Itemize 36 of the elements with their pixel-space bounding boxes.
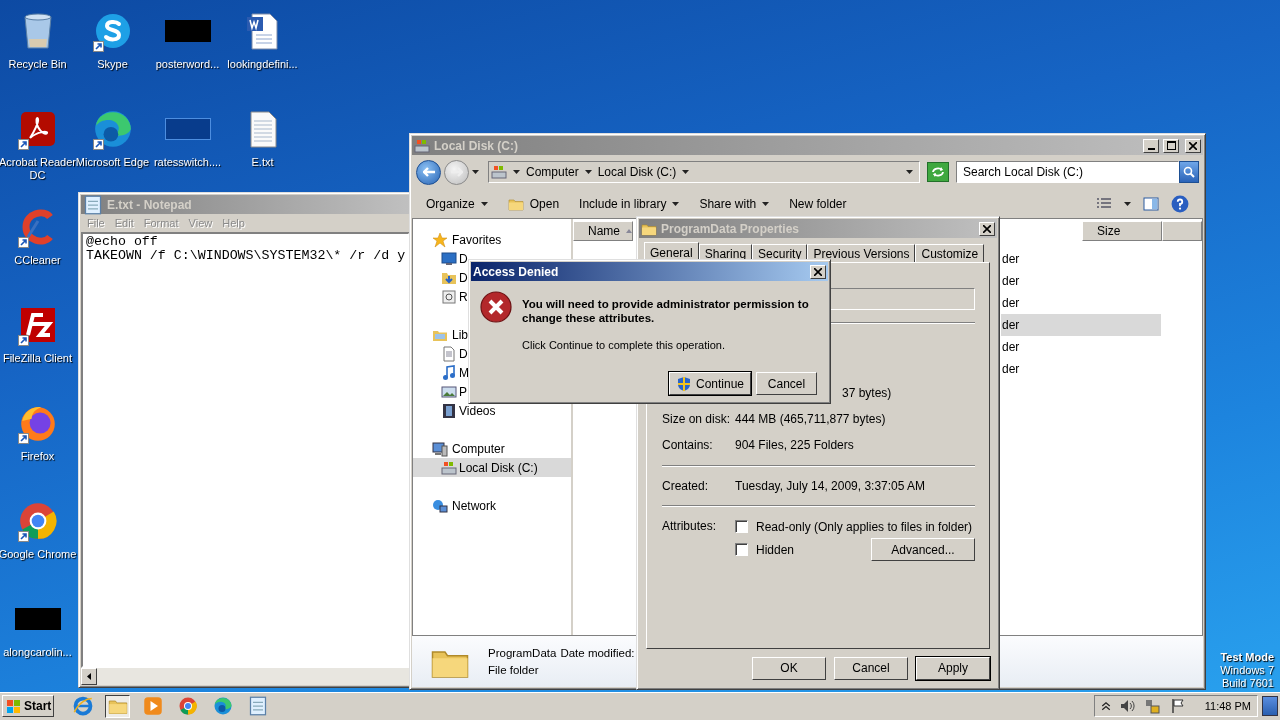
text-line: @echo off — [86, 235, 159, 249]
property-value: 904 Files, 225 Folders — [735, 438, 854, 452]
window-title: Access Denied — [473, 264, 560, 279]
property-value: Tuesday, July 14, 2009, 3:37:05 AM — [735, 479, 926, 493]
property-label: Created: — [662, 479, 710, 493]
window-title: ProgramData Properties — [661, 221, 801, 236]
instruction-text: Click Continue to complete this operation. — [522, 339, 726, 351]
icon-label: Skype — [96, 58, 129, 71]
checkbox-label: Hidden — [756, 542, 795, 557]
clock-time: 11:48 PM — [1204, 700, 1251, 712]
error-message: You will need to provide administrator permission to change these attributes. — [522, 297, 810, 325]
text-line: TAKEOWN /f C:\WINDOWS\SYSTEM32\* /r /d y — [86, 249, 405, 263]
property-value: 444 MB (465,711,877 bytes) — [735, 412, 886, 426]
icon-label: alongcarolin... — [2, 646, 73, 659]
checkbox-label: Read-only (Only applies to files in folder) — [756, 519, 973, 534]
item-name: ProgramData — [488, 647, 557, 659]
icon-label: Google Chrome — [0, 548, 78, 561]
icon-label: lookingdefini... — [226, 58, 299, 71]
system-text: Build 7601 — [1222, 677, 1274, 690]
item-type: File folder — [488, 664, 540, 676]
system-text: Windows 7 — [1220, 664, 1274, 677]
window-title: E.txt - Notepad — [107, 197, 193, 212]
icon-label: posterword... — [154, 58, 221, 71]
property-label: Attributes: — [662, 518, 718, 535]
icon-label: ratesswitch.... — [152, 156, 223, 169]
window-title: Local Disk (C:) — [434, 138, 519, 153]
icon-label: FileZilla Client — [1, 352, 74, 365]
system-text: Test Mode — [1220, 651, 1274, 664]
property-label: Size on disk: — [662, 412, 732, 426]
icon-label: CCleaner — [13, 254, 62, 267]
icon-label: E.txt — [250, 156, 275, 169]
property-label: Contains: — [662, 438, 714, 452]
icon-label: Recycle Bin — [7, 58, 68, 71]
property-value: 37 bytes) — [842, 386, 892, 400]
icon-label: Firefox — [19, 450, 56, 463]
detail-label: Date modified: — [560, 647, 635, 659]
